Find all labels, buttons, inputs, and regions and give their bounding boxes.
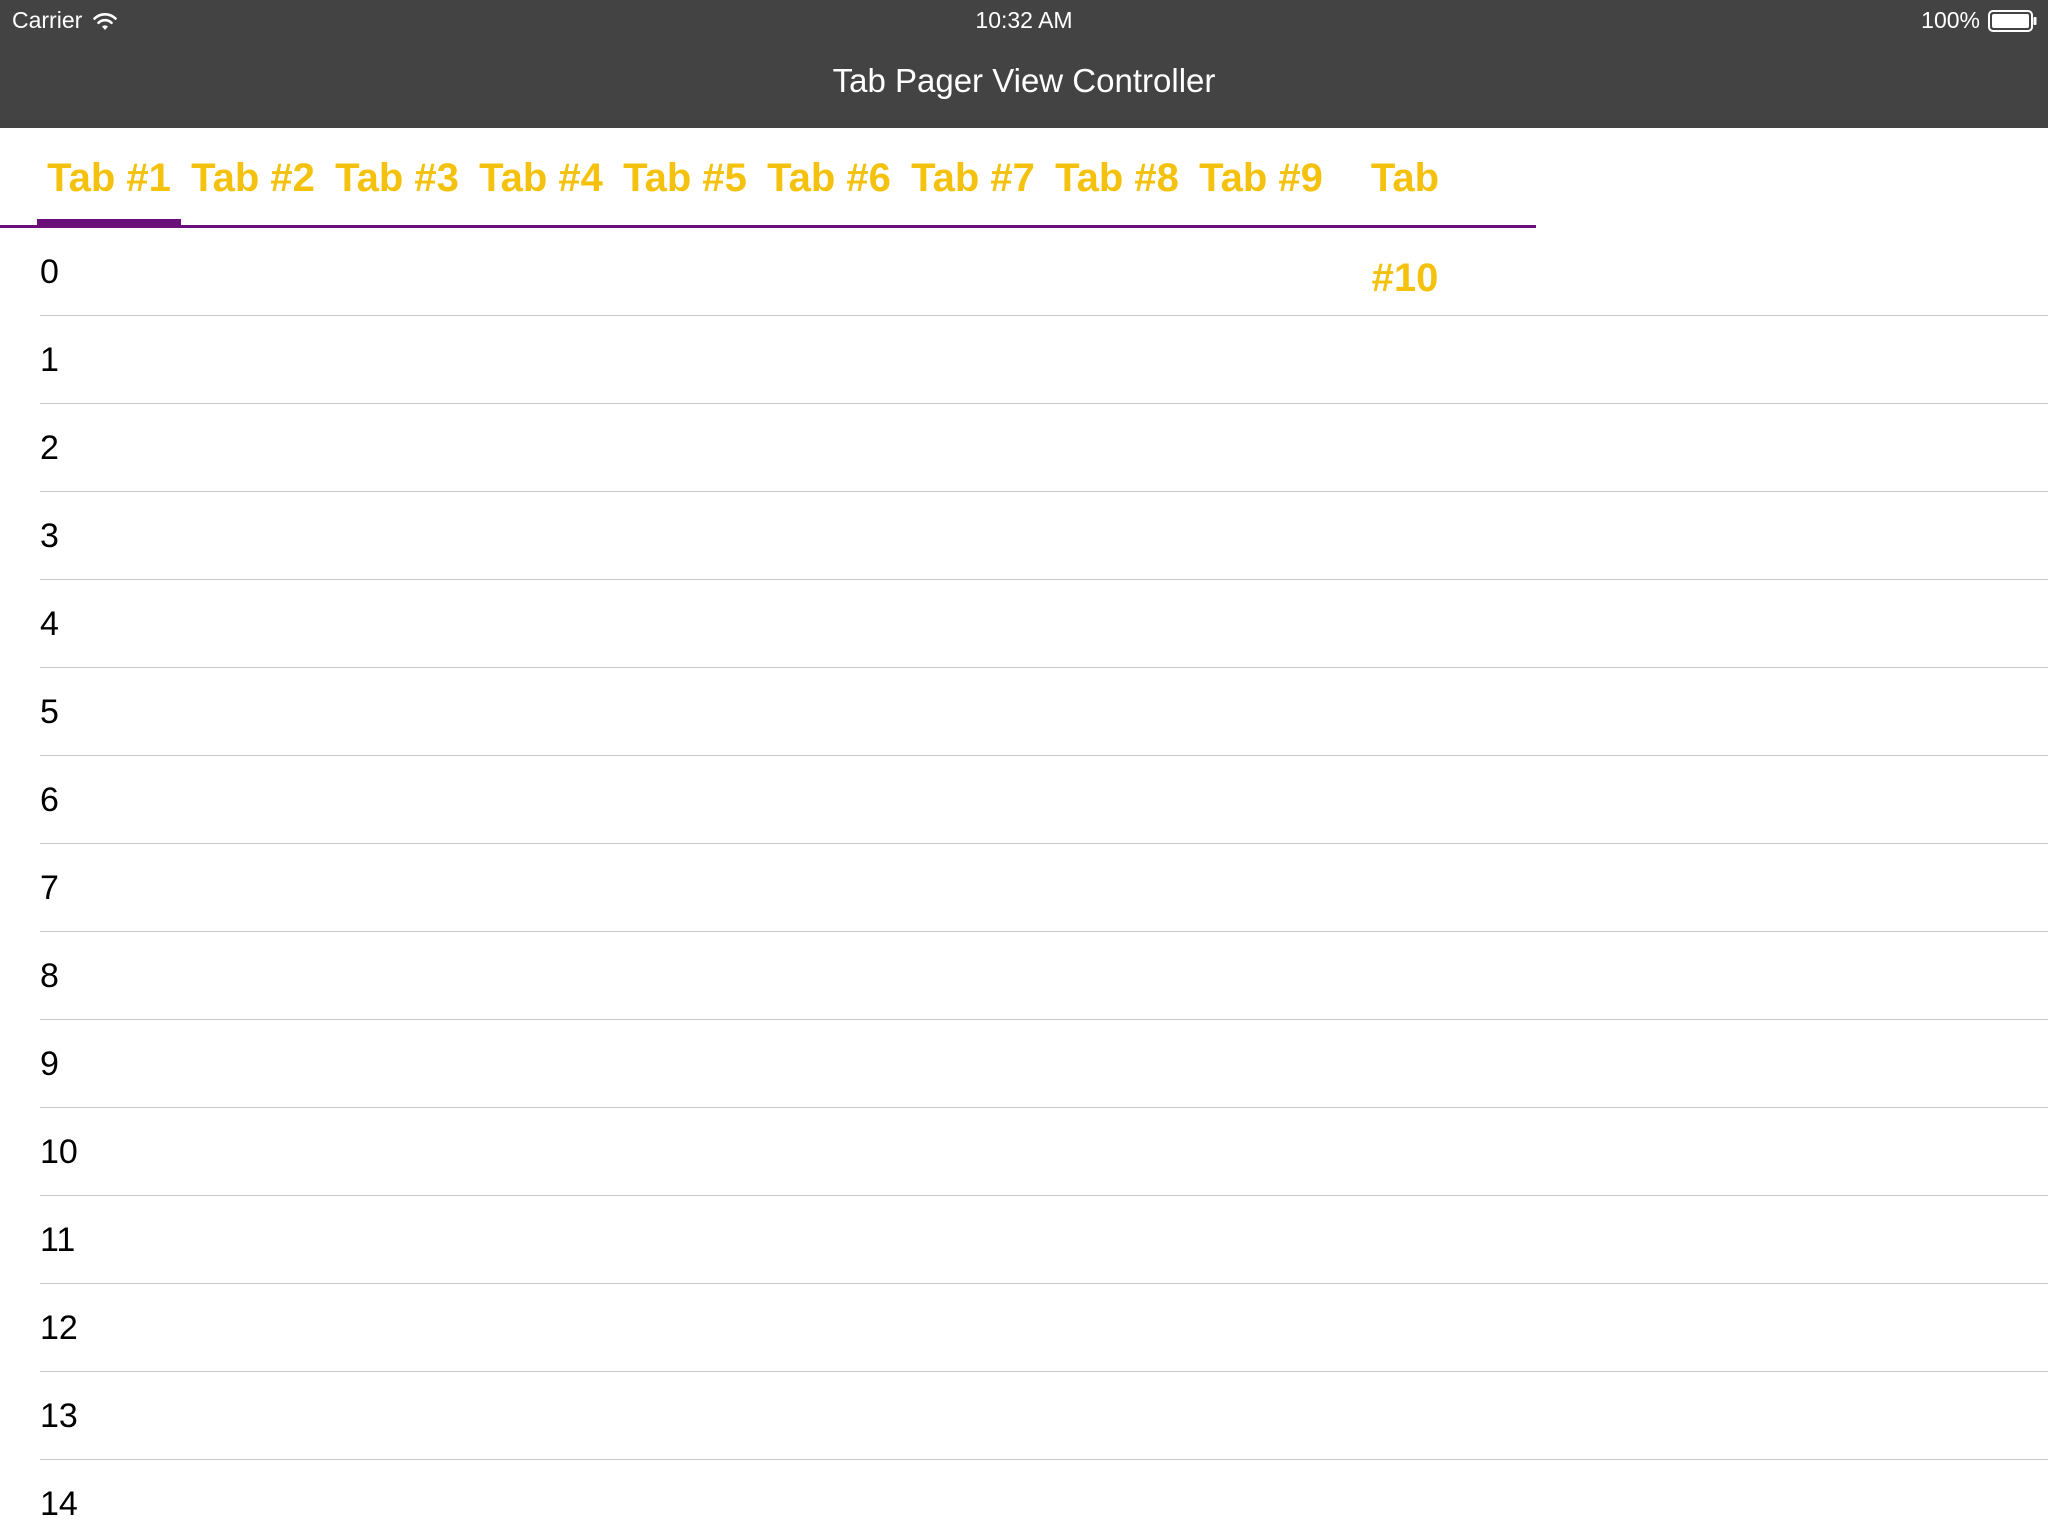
list-item[interactable]: 8 — [40, 932, 2048, 1020]
list-item[interactable]: 11 — [40, 1196, 2048, 1284]
header: Carrier 10:32 AM 100% Tab Pager View Con — [0, 0, 2048, 128]
battery-icon — [1988, 9, 2038, 32]
list-item-label: 12 — [40, 1309, 78, 1347]
list-item[interactable]: 2 — [40, 404, 2048, 492]
list-item[interactable]: 10 — [40, 1108, 2048, 1196]
tab-8[interactable]: Tab #8 — [1045, 128, 1189, 226]
tab-3[interactable]: Tab #3 — [325, 128, 469, 226]
list-item-label: 8 — [40, 957, 59, 995]
tab-1[interactable]: Tab #1 — [37, 128, 181, 226]
list-item-label: 4 — [40, 605, 59, 643]
list-item-label: 2 — [40, 429, 59, 467]
list-item[interactable]: 0 — [40, 228, 2048, 316]
list-item-label: 0 — [40, 253, 59, 291]
list-item-label: 13 — [40, 1397, 78, 1435]
list-item[interactable]: 9 — [40, 1020, 2048, 1108]
list-item[interactable]: 6 — [40, 756, 2048, 844]
list-item-label: 1 — [40, 341, 59, 379]
selected-tab-indicator — [37, 219, 181, 227]
list-item-label: 6 — [40, 781, 59, 819]
list-item-label: 3 — [40, 517, 59, 555]
tab-strip: Tab #1 Tab #2 Tab #3 Tab #4 Tab #5 Tab #… — [0, 128, 1536, 300]
list-item[interactable]: 1 — [40, 316, 2048, 404]
list-item[interactable]: 5 — [40, 668, 2048, 756]
page-title: Tab Pager View Controller — [832, 62, 1216, 99]
clock: 10:32 AM — [975, 7, 1073, 33]
list-item-label: 11 — [40, 1221, 76, 1259]
list-item-label: 9 — [40, 1045, 59, 1083]
list-item-label: 7 — [40, 869, 59, 907]
list-item[interactable]: 7 — [40, 844, 2048, 932]
tab-9[interactable]: Tab #9 — [1189, 128, 1333, 226]
tab-7[interactable]: Tab #7 — [901, 128, 1045, 226]
list-item[interactable]: 14 — [40, 1460, 2048, 1536]
status-bar: Carrier 10:32 AM 100% — [0, 0, 2048, 40]
battery-percent: 100% — [1921, 7, 1980, 33]
list-item[interactable]: 3 — [40, 492, 2048, 580]
tab-2[interactable]: Tab #2 — [181, 128, 325, 226]
list-item[interactable]: 4 — [40, 580, 2048, 668]
list-item-label: 14 — [40, 1485, 78, 1523]
tab-4[interactable]: Tab #4 — [469, 128, 613, 226]
battery-indicator: 100% — [1921, 7, 2038, 34]
tab-10[interactable]: Tab #10 — [1333, 128, 1477, 300]
list-item-label: 10 — [40, 1133, 78, 1171]
list-item[interactable]: 13 — [40, 1372, 2048, 1460]
list-item[interactable]: 12 — [40, 1284, 2048, 1372]
tab-6[interactable]: Tab #6 — [757, 128, 901, 226]
table-list[interactable]: 0 1 2 3 4 5 6 7 8 9 10 11 12 13 14 — [0, 228, 2048, 1536]
tab-5[interactable]: Tab #5 — [613, 128, 757, 226]
list-item-label: 5 — [40, 693, 59, 731]
